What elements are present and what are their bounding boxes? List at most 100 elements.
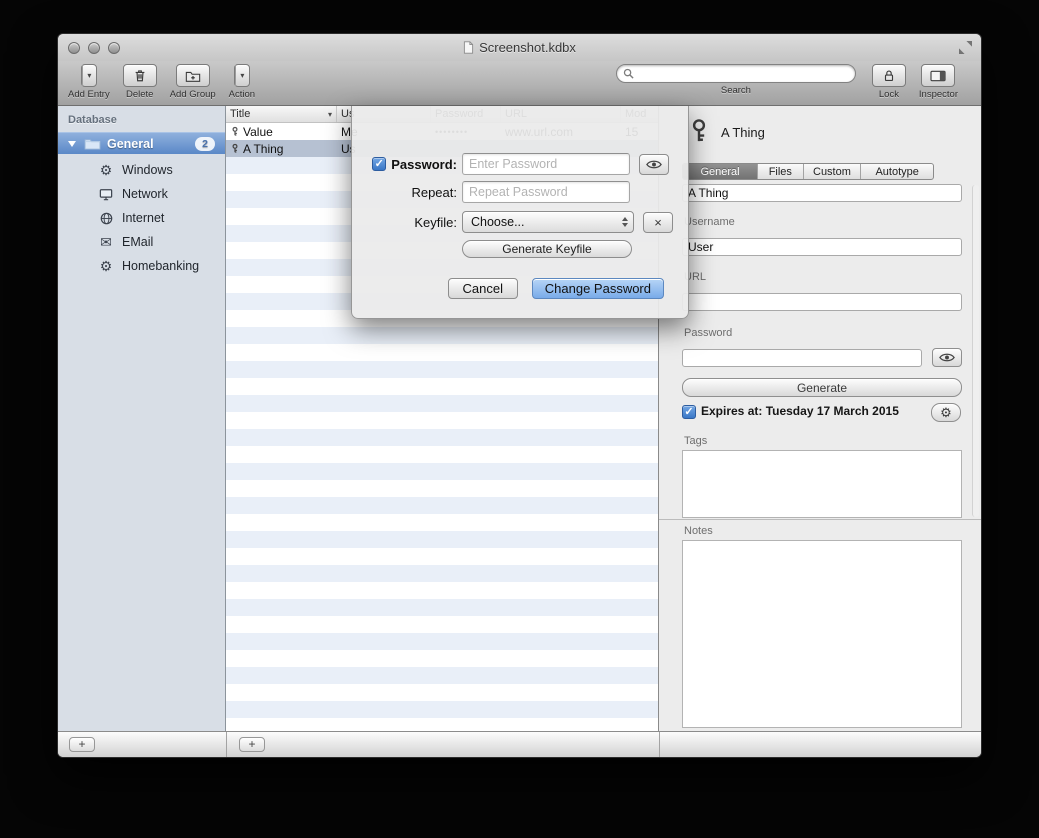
divider <box>659 732 660 757</box>
inspector-tabbar: General Files Custom Autotype <box>682 163 934 180</box>
fullscreen-icon[interactable] <box>959 41 972 54</box>
repeat-password-input[interactable] <box>462 181 630 203</box>
tags-input[interactable] <box>682 450 962 518</box>
expires-checkbox[interactable]: ✓ <box>682 405 696 419</box>
add-group-label: Add Group <box>170 89 216 100</box>
tab-files[interactable]: Files <box>758 164 803 179</box>
toolbar-item-search: Search <box>616 64 856 96</box>
section-divider <box>659 519 981 520</box>
tab-autotype[interactable]: Autotype <box>861 164 933 179</box>
sidebar-item-label: Internet <box>122 211 164 225</box>
dialog-repeat-row: Repeat: <box>352 181 688 203</box>
inspector-panel: A Thing General Files Custom Autotype Us… <box>659 106 981 731</box>
dialog-repeat-label: Repeat: <box>411 185 457 200</box>
key-icon <box>230 143 240 154</box>
eye-icon <box>939 352 955 363</box>
dialog-password-label: Password: <box>391 157 457 172</box>
gear-icon: ⚙ <box>98 259 114 273</box>
entry-title: Value <box>243 125 273 139</box>
search-icon <box>623 68 634 79</box>
expires-options-button[interactable]: ⚙ <box>931 403 961 422</box>
username-label: Username <box>684 216 735 228</box>
gear-icon: ⚙ <box>940 405 952 421</box>
username-field[interactable] <box>682 238 962 256</box>
sidebar: Database General 2 ⚙ Windows <box>58 106 226 731</box>
delete-label: Delete <box>126 89 153 100</box>
notes-input[interactable] <box>682 540 962 728</box>
trash-icon <box>133 68 147 83</box>
tab-custom[interactable]: Custom <box>804 164 862 179</box>
clear-keyfile-button[interactable]: × <box>643 212 673 233</box>
sidebar-section-header: Database <box>68 114 117 126</box>
generate-password-button[interactable]: Generate <box>682 378 962 397</box>
password-label: Password <box>684 327 732 339</box>
dialog-password-row: ✓ Password: <box>352 153 688 175</box>
generate-keyfile-button[interactable]: Generate Keyfile <box>462 240 632 258</box>
show-password-button[interactable] <box>639 154 669 175</box>
globe-icon <box>98 212 114 225</box>
search-label: Search <box>721 85 751 96</box>
toolbar-item-add-group: Add Group <box>170 64 216 100</box>
cancel-button[interactable]: Cancel <box>448 278 518 299</box>
sidebar-item-windows[interactable]: ⚙ Windows <box>58 158 225 182</box>
action-button[interactable]: ⚙ ▾ <box>234 64 250 87</box>
add-entry-plus-button[interactable]: + <box>239 737 265 752</box>
key-icon <box>230 126 240 137</box>
password-field[interactable] <box>682 349 922 367</box>
url-field[interactable] <box>682 293 962 311</box>
dialog-actions: Cancel Change Password <box>448 278 664 299</box>
sidebar-item-internet[interactable]: Internet <box>58 206 225 230</box>
key-icon <box>686 116 712 146</box>
inspector-label: Inspector <box>919 89 958 100</box>
window-title-area: Screenshot.kdbx <box>58 34 981 61</box>
action-label: Action <box>229 89 255 100</box>
password-enable-checkbox[interactable]: ✓ <box>372 157 386 171</box>
sort-indicator-icon: ▾ <box>328 110 332 119</box>
column-header-title[interactable]: Title ▾ <box>226 106 337 122</box>
inspector-entry-title: A Thing <box>721 125 765 140</box>
keyfile-popup[interactable]: Choose... <box>462 211 634 233</box>
envelope-icon: ✉ <box>98 235 114 249</box>
eye-icon <box>646 159 662 170</box>
desktop: Screenshot.kdbx ▾ Add Entry <box>0 0 1039 838</box>
toolbar-item-lock: Lock <box>872 64 906 100</box>
toolbar-item-add-entry: ▾ Add Entry <box>68 64 110 100</box>
disclosure-triangle-icon[interactable] <box>68 141 76 147</box>
popup-arrows-icon <box>622 217 628 227</box>
sidebar-item-label: Homebanking <box>122 259 199 273</box>
add-entry-button[interactable]: ▾ <box>81 64 97 87</box>
expires-label: Expires at: Tuesday 17 March 2015 <box>701 404 899 418</box>
entry-count-badge: 2 <box>195 137 215 151</box>
sidebar-item-network[interactable]: Network <box>58 182 225 206</box>
gear-icon: ⚙ <box>98 163 114 177</box>
inspector-toggle-button[interactable] <box>921 64 955 87</box>
lock-button[interactable] <box>872 64 906 87</box>
toolbar-item-action: ⚙ ▾ Action <box>229 64 255 100</box>
keyfile-popup-value: Choose... <box>471 215 525 229</box>
delete-button[interactable] <box>123 64 157 87</box>
display-icon <box>98 188 114 201</box>
toolbar-item-inspector: Inspector <box>919 64 958 100</box>
sidebar-group-general[interactable]: General 2 <box>58 132 225 154</box>
change-password-button[interactable]: Change Password <box>532 278 664 299</box>
folder-icon <box>84 137 101 150</box>
bottom-bar: + + <box>58 731 981 757</box>
sidebar-group-label: General <box>107 137 154 151</box>
add-group-button[interactable] <box>176 64 210 87</box>
reveal-password-button[interactable] <box>932 348 962 367</box>
chevron-down-icon[interactable]: ▾ <box>235 65 249 86</box>
sidebar-item-homebanking[interactable]: ⚙ Homebanking <box>58 254 225 278</box>
tab-general[interactable]: General <box>683 164 758 179</box>
sidebar-item-email[interactable]: ✉ EMail <box>58 230 225 254</box>
lock-icon <box>882 68 896 83</box>
search-field[interactable] <box>616 64 856 83</box>
password-input[interactable] <box>462 153 630 175</box>
title-field[interactable] <box>682 184 962 202</box>
search-input[interactable] <box>638 67 849 81</box>
scrollbar[interactable] <box>972 185 979 517</box>
add-group-plus-button[interactable]: + <box>69 737 95 752</box>
entry-title: A Thing <box>243 142 283 156</box>
titlebar[interactable]: Screenshot.kdbx <box>58 34 981 61</box>
sidebar-item-label: Windows <box>122 163 173 177</box>
chevron-down-icon[interactable]: ▾ <box>82 65 96 86</box>
